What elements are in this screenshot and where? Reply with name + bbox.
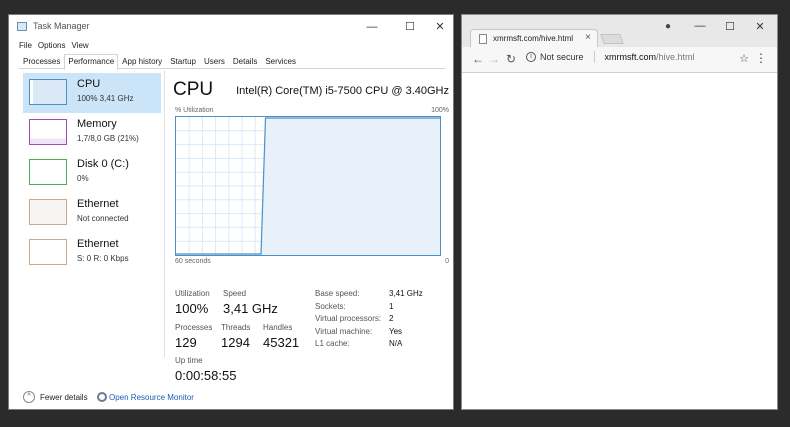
utilization-label: Utilization <box>175 289 210 298</box>
open-resource-monitor-link[interactable]: Open Resource Monitor <box>109 393 194 402</box>
browser-tab-title: xmrmsft.com/hive.html <box>493 34 574 43</box>
uptime-label: Up time <box>175 356 203 365</box>
sidebar-item-label: Disk 0 (C:) <box>77 158 129 170</box>
speed-value: 3,41 GHz <box>223 301 278 316</box>
utilization-axis-label: % Utilization <box>175 107 214 114</box>
task-manager-window: Task Manager — ☐ ✕ File Options View Pro… <box>8 14 454 410</box>
info-icon[interactable]: i <box>526 52 536 62</box>
more-menu-icon[interactable]: ⋮ <box>755 51 767 65</box>
tab-performance[interactable]: Performance <box>64 54 119 70</box>
task-manager-icon <box>17 22 27 31</box>
spec-value: Yes <box>389 327 403 336</box>
tab-strip: Processes Performance App history Startu… <box>19 54 445 70</box>
spec-label: Base speed: <box>315 289 360 298</box>
menu-view[interactable]: View <box>71 41 88 53</box>
title-bar[interactable]: Task Manager — ☐ ✕ <box>9 15 453 39</box>
utilization-value: 100% <box>175 301 209 316</box>
tab-startup[interactable]: Startup <box>166 54 200 69</box>
back-arrow-icon[interactable]: ← <box>472 52 484 66</box>
sidebar-item-ethernet-2[interactable]: Ethernet S: 0 R: 0 Kbps <box>23 233 161 273</box>
sidebar-item-ethernet-1[interactable]: Ethernet Not connected <box>23 193 161 233</box>
sidebar-item-memory[interactable]: Memory 1,7/8,0 GB (21%) <box>23 113 161 153</box>
graph-x-left-label: 60 seconds <box>175 258 211 265</box>
processes-label: Processes <box>175 323 213 332</box>
sidebar-item-detail: 100% 3,41 GHz <box>77 94 134 103</box>
resource-sidebar: CPU 100% 3,41 GHz Memory 1,7/8,0 GB (21%… <box>19 71 165 357</box>
utilization-axis-max: 100% <box>431 107 449 114</box>
spec-label: Virtual processors: <box>315 314 382 323</box>
page-icon <box>479 34 487 44</box>
sidebar-item-label: CPU <box>77 78 101 90</box>
menu-options[interactable]: Options <box>38 41 66 53</box>
threads-label: Threads <box>221 323 251 332</box>
spec-value: N/A <box>389 339 403 348</box>
uptime-value: 0:00:58:55 <box>175 368 237 383</box>
cpu-detail-panel: CPU Intel(R) Core(TM) i5-7500 CPU @ 3.40… <box>173 71 449 391</box>
sidebar-item-detail: 0% <box>77 174 89 183</box>
tab-services[interactable]: Services <box>261 54 300 69</box>
handles-label: Handles <box>263 323 293 332</box>
sidebar-item-label: Ethernet <box>77 198 119 210</box>
maximize-button[interactable]: ☐ <box>397 19 423 35</box>
disk-thumbnail <box>29 159 67 185</box>
new-tab-button[interactable] <box>600 34 624 44</box>
url-path: /hive.html <box>656 52 695 62</box>
graph-x-right-label: 0 <box>445 258 449 265</box>
bookmark-star-icon[interactable]: ☆ <box>739 52 749 65</box>
window-title: Task Manager <box>33 21 90 31</box>
sidebar-item-detail: 1,7/8,0 GB (21%) <box>77 134 139 143</box>
fewer-details-link[interactable]: Fewer details <box>40 393 88 402</box>
divider <box>593 51 595 63</box>
browser-toolbar: ← → ↻ i Not secure xmrmsft.com/hive.html… <box>462 47 777 73</box>
spec-value: 3,41 GHz <box>389 289 423 298</box>
threads-value: 1294 <box>221 335 250 350</box>
resource-monitor-icon <box>97 392 107 402</box>
close-button[interactable]: ✕ <box>427 19 453 35</box>
cpu-thumbnail <box>29 79 67 105</box>
sidebar-item-disk[interactable]: Disk 0 (C:) 0% <box>23 153 161 193</box>
browser-minimize-button[interactable]: — <box>690 20 710 32</box>
tab-processes[interactable]: Processes <box>19 54 64 69</box>
tab-app-history[interactable]: App history <box>118 54 166 69</box>
ethernet-thumbnail <box>29 199 67 225</box>
tab-details[interactable]: Details <box>229 54 261 69</box>
memory-thumbnail <box>29 119 67 145</box>
browser-maximize-button[interactable]: ☐ <box>720 20 740 33</box>
reload-icon[interactable]: ↻ <box>506 52 516 66</box>
sidebar-item-cpu[interactable]: CPU 100% 3,41 GHz <box>23 73 161 113</box>
menu-bar: File Options View <box>19 41 89 53</box>
sidebar-item-detail: S: 0 R: 0 Kbps <box>77 254 129 263</box>
spec-value: 2 <box>389 314 394 323</box>
minimize-button[interactable]: — <box>359 19 385 35</box>
sidebar-item-label: Ethernet <box>77 238 119 250</box>
spec-label: Virtual machine: <box>315 327 373 336</box>
account-icon[interactable]: ● <box>665 21 671 32</box>
tab-users[interactable]: Users <box>200 54 229 69</box>
menu-file[interactable]: File <box>19 41 32 53</box>
browser-window: xmrmsft.com/hive.html × ● — ☐ ✕ ← → ↻ i … <box>461 14 778 410</box>
spec-value: 1 <box>389 302 394 311</box>
forward-arrow-icon[interactable]: → <box>488 52 500 66</box>
handles-value: 45321 <box>263 335 300 350</box>
browser-tab-strip: xmrmsft.com/hive.html × ● — ☐ ✕ <box>462 15 777 47</box>
cpu-utilization-graph <box>175 116 441 256</box>
sidebar-item-detail: Not connected <box>77 214 129 223</box>
processes-value: 129 <box>175 335 197 350</box>
chevron-up-icon[interactable]: ^ <box>23 391 35 403</box>
panel-title: CPU <box>173 79 214 100</box>
speed-label: Speed <box>223 289 247 298</box>
browser-tab[interactable]: xmrmsft.com/hive.html × <box>470 29 598 47</box>
address-bar[interactable]: i Not secure xmrmsft.com/hive.html <box>526 51 695 63</box>
cpu-model: Intel(R) Core(TM) i5-7500 CPU @ 3.40GHz <box>236 85 449 97</box>
task-manager-footer: ^ Fewer details Open Resource Monitor <box>9 387 453 409</box>
ethernet-thumbnail <box>29 239 67 265</box>
spec-label: L1 cache: <box>315 339 350 348</box>
spec-label: Sockets: <box>315 302 346 311</box>
security-status: Not secure <box>540 52 584 62</box>
url-host: xmrmsft.com <box>604 52 657 62</box>
close-tab-icon[interactable]: × <box>585 32 591 43</box>
sidebar-item-label: Memory <box>77 118 117 130</box>
browser-close-button[interactable]: ✕ <box>750 20 770 33</box>
